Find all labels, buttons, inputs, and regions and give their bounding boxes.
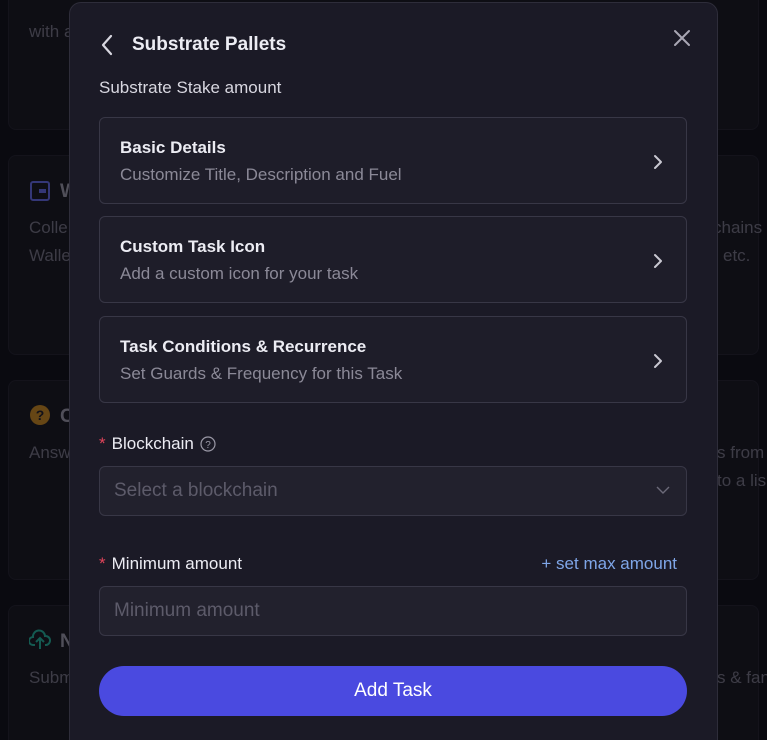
- chevron-down-icon: [656, 486, 670, 494]
- blockchain-label-text: Blockchain: [111, 434, 194, 453]
- section-desc: Customize Title, Description and Fuel: [120, 165, 402, 184]
- chevron-right-icon: [654, 354, 662, 368]
- add-task-button[interactable]: Add Task: [99, 666, 687, 716]
- back-icon[interactable]: [100, 31, 120, 59]
- svg-text:?: ?: [205, 440, 211, 451]
- section-custom-task-icon[interactable]: Custom Task Icon Add a custom icon for y…: [99, 216, 687, 303]
- chevron-right-icon: [654, 155, 662, 169]
- modal-header: Substrate Pallets: [100, 31, 286, 59]
- blockchain-label: * Blockchain ?: [99, 434, 216, 454]
- required-mark: *: [99, 434, 106, 453]
- blockchain-select[interactable]: Select a blockchain: [99, 466, 687, 516]
- minimum-amount-label: * Minimum amount: [99, 554, 242, 574]
- blockchain-placeholder: Select a blockchain: [114, 480, 278, 501]
- chevron-right-icon: [654, 254, 662, 268]
- section-title: Basic Details: [120, 138, 226, 157]
- section-title: Custom Task Icon: [120, 237, 266, 256]
- section-desc: Set Guards & Frequency for this Task: [120, 364, 403, 383]
- section-title: Task Conditions & Recurrence: [120, 337, 367, 356]
- modal-title: Substrate Pallets: [132, 34, 287, 55]
- modal-subtitle: Substrate Stake amount: [99, 78, 282, 97]
- set-max-amount-link[interactable]: + set max amount: [541, 554, 677, 574]
- required-mark: *: [99, 554, 106, 573]
- close-icon[interactable]: [671, 27, 693, 49]
- section-basic-details[interactable]: Basic Details Customize Title, Descripti…: [99, 117, 687, 204]
- section-task-conditions[interactable]: Task Conditions & Recurrence Set Guards …: [99, 316, 687, 403]
- minimum-amount-label-text: Minimum amount: [111, 554, 242, 573]
- help-icon[interactable]: ?: [200, 436, 216, 452]
- minimum-amount-input[interactable]: Minimum amount: [99, 586, 687, 636]
- task-modal: Substrate Pallets Substrate Stake amount…: [69, 2, 718, 740]
- section-desc: Add a custom icon for your task: [120, 264, 359, 283]
- minimum-amount-placeholder: Minimum amount: [114, 600, 260, 621]
